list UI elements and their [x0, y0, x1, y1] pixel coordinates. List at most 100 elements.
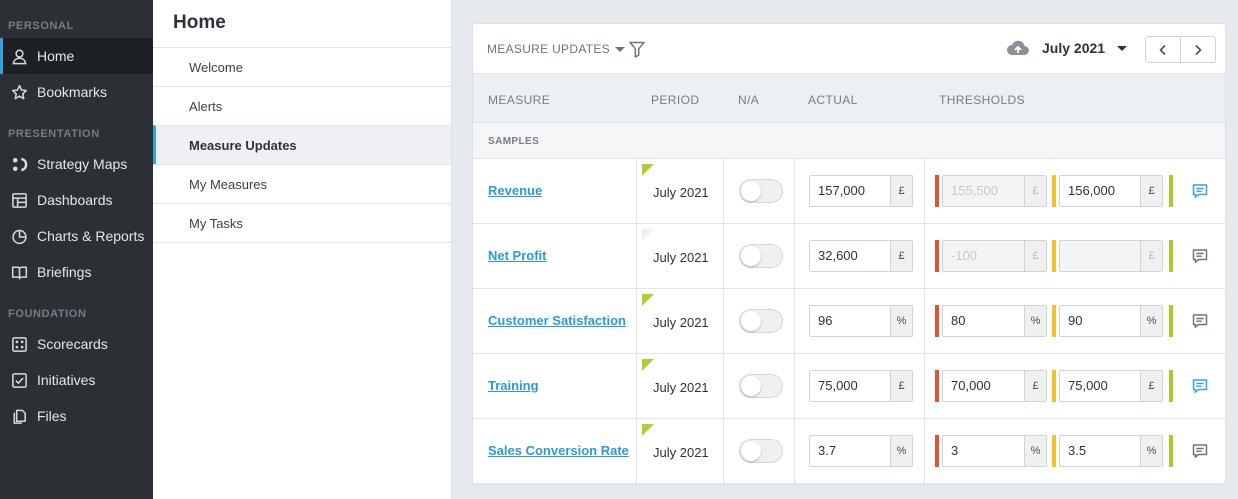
- threshold-red-bar: [935, 305, 939, 337]
- threshold-1-input[interactable]: 155,500 £: [942, 175, 1047, 207]
- threshold-1-value[interactable]: 70,000: [943, 371, 1024, 401]
- actual-input[interactable]: 3.7 %: [809, 435, 913, 467]
- sidebar-item-bookmarks[interactable]: Bookmarks: [0, 74, 153, 110]
- threshold-1-value[interactable]: 155,500: [943, 176, 1024, 206]
- column-divider: [794, 224, 795, 289]
- previous-period-button[interactable]: [1145, 36, 1181, 63]
- threshold-2-value[interactable]: [1060, 241, 1140, 271]
- column-divider: [723, 354, 724, 419]
- measure-link[interactable]: Sales Conversion Rate: [488, 443, 629, 458]
- na-toggle[interactable]: [739, 179, 783, 203]
- comment-icon[interactable]: [1191, 377, 1209, 395]
- actual-value[interactable]: 96: [810, 306, 890, 336]
- subnav-item-measure-updates[interactable]: Measure Updates: [153, 125, 451, 164]
- actual-unit: £: [890, 241, 912, 271]
- sidebar-item-initiatives[interactable]: Initiatives: [0, 362, 153, 398]
- threshold-2-value[interactable]: 75,000: [1060, 371, 1140, 401]
- sidebar-item-strategy-maps[interactable]: Strategy Maps: [0, 146, 153, 182]
- table-row: Net Profit July 2021 32,600 £ -100 £ £: [473, 224, 1225, 289]
- actual-value[interactable]: 75,000: [810, 371, 890, 401]
- subnav-item-welcome[interactable]: Welcome: [153, 47, 451, 86]
- threshold-1-input[interactable]: 70,000 £: [942, 370, 1047, 402]
- sidebar-item-scorecards[interactable]: Scorecards: [0, 326, 153, 362]
- table-row: Training July 2021 75,000 £ 70,000 £ 75,…: [473, 354, 1225, 419]
- subnav-item-my-measures[interactable]: My Measures: [153, 164, 451, 203]
- threshold-2-input[interactable]: 3.5 %: [1059, 435, 1163, 467]
- column-divider: [723, 419, 724, 484]
- status-flag-icon: [642, 294, 654, 306]
- actual-input[interactable]: 157,000 £: [809, 175, 913, 207]
- threshold-1-value[interactable]: -100: [943, 241, 1024, 271]
- threshold-amber-bar: [1052, 435, 1056, 467]
- threshold-green-bar: [1169, 370, 1173, 402]
- sidebar-item-label: Bookmarks: [37, 84, 108, 100]
- table-row: Revenue July 2021 157,000 £ 155,500 £ 15…: [473, 159, 1225, 224]
- threshold-2-input[interactable]: £: [1059, 240, 1163, 272]
- threshold-1-input[interactable]: 80 %: [942, 305, 1047, 337]
- sidebar-item-files[interactable]: Files: [0, 398, 153, 434]
- threshold-1-input[interactable]: -100 £: [942, 240, 1047, 272]
- sidebar-item-charts-reports[interactable]: Charts & Reports: [0, 218, 153, 254]
- status-flag-icon: [642, 359, 654, 371]
- threshold-2-input[interactable]: 90 %: [1059, 305, 1163, 337]
- actual-input[interactable]: 96 %: [809, 305, 913, 337]
- header-period[interactable]: PERIOD: [651, 93, 699, 107]
- threshold-green-bar: [1169, 435, 1173, 467]
- actual-unit: %: [890, 306, 912, 336]
- sidebar-item-home[interactable]: Home: [0, 38, 153, 74]
- period-dropdown-icon[interactable]: [1117, 46, 1127, 51]
- actual-input[interactable]: 32,600 £: [809, 240, 913, 272]
- files-icon: [10, 407, 28, 425]
- comment-icon[interactable]: [1191, 247, 1209, 265]
- na-toggle[interactable]: [739, 374, 783, 398]
- sidebar-item-label: Briefings: [37, 264, 92, 280]
- threshold-1-input[interactable]: 3 %: [942, 435, 1047, 467]
- panel-toolbar: MEASURE UPDATES July 2021: [473, 24, 1225, 74]
- actual-value[interactable]: 157,000: [810, 176, 890, 206]
- page-title: Home: [173, 12, 226, 33]
- threshold-1-value[interactable]: 3: [943, 436, 1024, 466]
- column-divider: [794, 419, 795, 484]
- threshold-amber-bar: [1052, 240, 1056, 272]
- next-period-button[interactable]: [1180, 36, 1216, 63]
- cloud-upload-icon[interactable]: [1006, 39, 1030, 57]
- actual-value[interactable]: 32,600: [810, 241, 890, 271]
- actual-input[interactable]: 75,000 £: [809, 370, 913, 402]
- measure-link[interactable]: Revenue: [488, 183, 542, 198]
- threshold-2-value[interactable]: 90: [1060, 306, 1140, 336]
- threshold-2-input[interactable]: 156,000 £: [1059, 175, 1163, 207]
- status-flag-icon: [642, 164, 654, 176]
- user-icon: [10, 47, 28, 65]
- threshold-red-bar: [935, 370, 939, 402]
- threshold-2-value[interactable]: 3.5: [1060, 436, 1140, 466]
- header-measure[interactable]: MEASURE: [488, 93, 550, 107]
- threshold-green-bar: [1169, 305, 1173, 337]
- na-toggle[interactable]: [739, 244, 783, 268]
- filter-icon[interactable]: [628, 40, 646, 58]
- threshold-1-unit: £: [1024, 371, 1046, 401]
- subnav-item-alerts[interactable]: Alerts: [153, 86, 451, 125]
- comment-icon[interactable]: [1191, 182, 1209, 200]
- measure-link[interactable]: Customer Satisfaction: [488, 313, 626, 328]
- measure-link[interactable]: Net Profit: [488, 248, 547, 263]
- period-value: July 2021: [653, 445, 709, 460]
- sidebar-item-dashboards[interactable]: Dashboards: [0, 182, 153, 218]
- actual-value[interactable]: 3.7: [810, 436, 890, 466]
- column-divider: [924, 354, 925, 419]
- threshold-2-input[interactable]: 75,000 £: [1059, 370, 1163, 402]
- checkbox-icon: [10, 371, 28, 389]
- measure-link[interactable]: Training: [488, 378, 539, 393]
- period-selector[interactable]: July 2021: [1042, 40, 1105, 56]
- na-toggle[interactable]: [739, 439, 783, 463]
- threshold-2-unit: %: [1140, 306, 1162, 336]
- na-toggle[interactable]: [739, 309, 783, 333]
- threshold-1-value[interactable]: 80: [943, 306, 1024, 336]
- comment-icon[interactable]: [1191, 312, 1209, 330]
- title-dropdown-icon[interactable]: [615, 47, 625, 52]
- comment-icon[interactable]: [1191, 442, 1209, 460]
- sidebar-item-briefings[interactable]: Briefings: [0, 254, 153, 290]
- threshold-2-value[interactable]: 156,000: [1060, 176, 1140, 206]
- sidebar-item-label: Initiatives: [37, 372, 96, 388]
- subnav-item-my-tasks[interactable]: My Tasks: [153, 203, 451, 243]
- period-value: July 2021: [653, 315, 709, 330]
